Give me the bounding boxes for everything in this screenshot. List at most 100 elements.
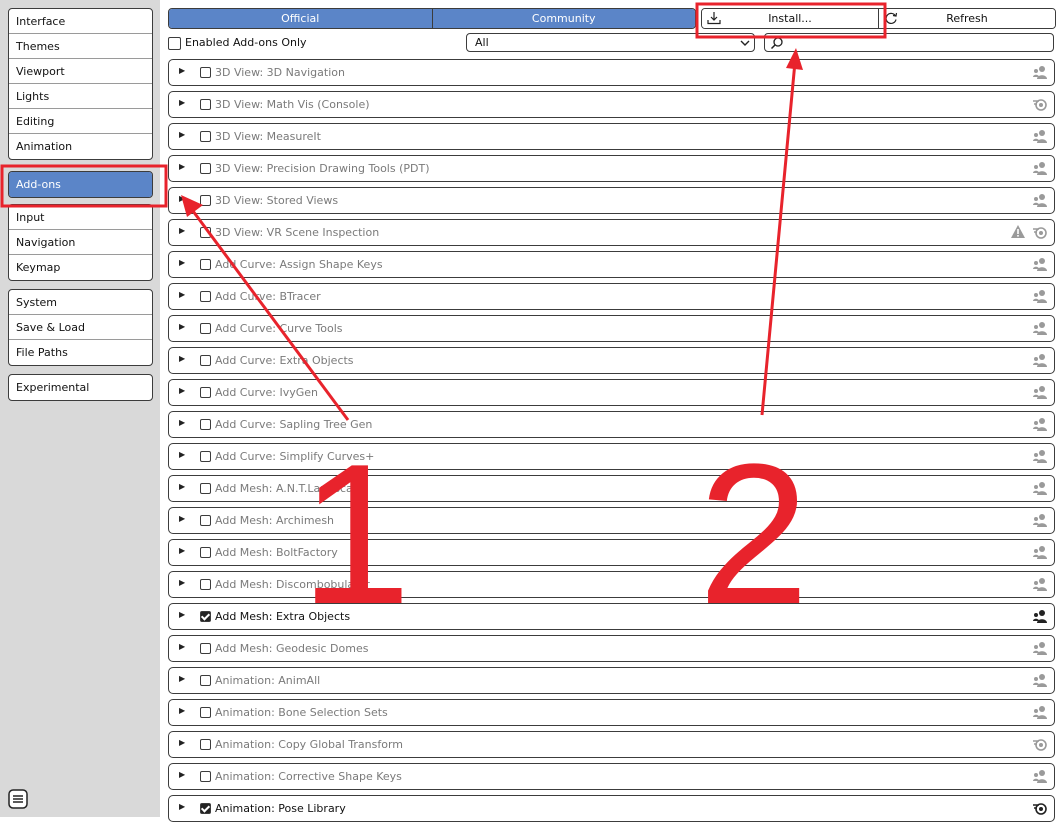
expand-triangle-icon[interactable]: ▶ bbox=[179, 802, 185, 811]
sidebar-item-input[interactable]: Input bbox=[9, 205, 152, 230]
addon-enable-checkbox[interactable] bbox=[200, 323, 211, 334]
addon-enable-checkbox[interactable] bbox=[200, 579, 211, 590]
addon-row[interactable]: ▶ 3D View: 3D Navigation bbox=[168, 59, 1055, 86]
expand-triangle-icon[interactable]: ▶ bbox=[179, 386, 185, 395]
expand-triangle-icon[interactable]: ▶ bbox=[179, 162, 185, 171]
addon-row[interactable]: ▶ Add Curve: Assign Shape Keys bbox=[168, 251, 1055, 278]
addon-enable-checkbox[interactable] bbox=[200, 355, 211, 366]
expand-triangle-icon[interactable]: ▶ bbox=[179, 546, 185, 555]
install-button[interactable]: Install... bbox=[702, 9, 878, 28]
expand-triangle-icon[interactable]: ▶ bbox=[179, 130, 185, 139]
addon-enable-checkbox[interactable] bbox=[200, 515, 211, 526]
addon-enable-checkbox[interactable] bbox=[200, 483, 211, 494]
expand-triangle-icon[interactable]: ▶ bbox=[179, 738, 185, 747]
expand-triangle-icon[interactable]: ▶ bbox=[179, 322, 185, 331]
sidebar-item-lights[interactable]: Lights bbox=[9, 84, 152, 109]
addon-row[interactable]: ▶ Add Curve: IvyGen bbox=[168, 379, 1055, 406]
addon-row[interactable]: ▶ 3D View: MeasureIt bbox=[168, 123, 1055, 150]
expand-triangle-icon[interactable]: ▶ bbox=[179, 418, 185, 427]
addon-enable-checkbox[interactable] bbox=[200, 803, 211, 814]
sidebar-item-save-load[interactable]: Save & Load bbox=[9, 315, 152, 340]
addon-enable-checkbox[interactable] bbox=[200, 291, 211, 302]
expand-triangle-icon[interactable]: ▶ bbox=[179, 226, 185, 235]
addon-row[interactable]: ▶ 3D View: VR Scene Inspection bbox=[168, 219, 1055, 246]
addon-enable-checkbox[interactable] bbox=[200, 99, 211, 110]
expand-triangle-icon[interactable]: ▶ bbox=[179, 66, 185, 75]
addon-enable-checkbox[interactable] bbox=[200, 387, 211, 398]
addon-row[interactable]: ▶ Add Mesh: Geodesic Domes bbox=[168, 635, 1055, 662]
tab-community[interactable]: Community bbox=[431, 9, 695, 28]
addon-enable-checkbox[interactable] bbox=[200, 547, 211, 558]
addon-enable-checkbox[interactable] bbox=[200, 131, 211, 142]
addon-row[interactable]: ▶ Animation: Pose Library bbox=[168, 795, 1055, 822]
addon-enable-checkbox[interactable] bbox=[200, 227, 211, 238]
addon-row[interactable]: ▶ Add Mesh: BoltFactory bbox=[168, 539, 1055, 566]
expand-triangle-icon[interactable]: ▶ bbox=[179, 642, 185, 651]
expand-triangle-icon[interactable]: ▶ bbox=[179, 98, 185, 107]
addon-enable-checkbox[interactable] bbox=[200, 163, 211, 174]
sidebar-item-keymap[interactable]: Keymap bbox=[9, 255, 152, 280]
addon-row[interactable]: ▶ Add Curve: Curve Tools bbox=[168, 315, 1055, 342]
addon-enable-checkbox[interactable] bbox=[200, 771, 211, 782]
sidebar-item-viewport[interactable]: Viewport bbox=[9, 59, 152, 84]
sidebar-item-file-paths[interactable]: File Paths bbox=[9, 340, 152, 365]
sidebar-item-themes[interactable]: Themes bbox=[9, 34, 152, 59]
addon-enable-checkbox[interactable] bbox=[200, 643, 211, 654]
expand-triangle-icon[interactable]: ▶ bbox=[179, 578, 185, 587]
addon-enable-checkbox[interactable] bbox=[200, 707, 211, 718]
addon-enable-checkbox[interactable] bbox=[200, 419, 211, 430]
addon-row[interactable]: ▶ Add Mesh: Extra Objects bbox=[168, 603, 1055, 630]
expand-triangle-icon[interactable]: ▶ bbox=[179, 610, 185, 619]
category-select[interactable]: All bbox=[466, 33, 755, 52]
expand-triangle-icon[interactable]: ▶ bbox=[179, 258, 185, 267]
addon-row[interactable]: ▶ Animation: Bone Selection Sets bbox=[168, 699, 1055, 726]
sidebar-item-animation[interactable]: Animation bbox=[9, 134, 152, 159]
expand-triangle-icon[interactable]: ▶ bbox=[179, 706, 185, 715]
sidebar-item-navigation[interactable]: Navigation bbox=[9, 230, 152, 255]
addon-row[interactable]: ▶ Animation: Copy Global Transform bbox=[168, 731, 1055, 758]
addon-row[interactable]: ▶ Animation: AnimAll bbox=[168, 667, 1055, 694]
addon-enable-checkbox[interactable] bbox=[200, 259, 211, 270]
addon-enable-checkbox[interactable] bbox=[200, 675, 211, 686]
sidebar-group-1: Interface Themes Viewport Lights Editing… bbox=[8, 8, 153, 160]
expand-triangle-icon[interactable]: ▶ bbox=[179, 194, 185, 203]
expand-triangle-icon[interactable]: ▶ bbox=[179, 354, 185, 363]
addon-row[interactable]: ▶ 3D View: Precision Drawing Tools (PDT) bbox=[168, 155, 1055, 182]
addon-row[interactable]: ▶ Add Curve: Simplify Curves+ bbox=[168, 443, 1055, 470]
sidebar-item-experimental[interactable]: Experimental bbox=[9, 375, 152, 400]
addon-row[interactable]: ▶ Animation: Corrective Shape Keys bbox=[168, 763, 1055, 790]
expand-triangle-icon[interactable]: ▶ bbox=[179, 450, 185, 459]
sidebar-item-addons[interactable]: Add-ons bbox=[9, 172, 152, 197]
search-input[interactable] bbox=[764, 33, 1054, 52]
preferences-sidebar: Interface Themes Viewport Lights Editing… bbox=[0, 0, 160, 817]
sidebar-item-system[interactable]: System bbox=[9, 290, 152, 315]
filter-row: Enabled Add-ons Only All bbox=[168, 33, 1058, 53]
refresh-button[interactable]: Refresh bbox=[878, 9, 1055, 28]
addon-row[interactable]: ▶ 3D View: Stored Views bbox=[168, 187, 1055, 214]
addon-row[interactable]: ▶ Add Mesh: Archimesh bbox=[168, 507, 1055, 534]
sidebar-item-interface[interactable]: Interface bbox=[9, 9, 152, 34]
tab-official[interactable]: Official bbox=[169, 9, 432, 28]
expand-triangle-icon[interactable]: ▶ bbox=[179, 514, 185, 523]
addon-row[interactable]: ▶ Add Curve: Sapling Tree Gen bbox=[168, 411, 1055, 438]
addon-row[interactable]: ▶ Add Curve: BTracer bbox=[168, 283, 1055, 310]
enabled-only-checkbox[interactable] bbox=[168, 37, 181, 50]
expand-triangle-icon[interactable]: ▶ bbox=[179, 674, 185, 683]
addon-enable-checkbox[interactable] bbox=[200, 67, 211, 78]
hamburger-menu-icon[interactable] bbox=[8, 789, 28, 809]
addon-row[interactable]: ▶ Add Mesh: Discombobulator bbox=[168, 571, 1055, 598]
expand-triangle-icon[interactable]: ▶ bbox=[179, 770, 185, 779]
addon-name: Add Mesh: Discombobulator bbox=[215, 578, 370, 591]
addon-enable-checkbox[interactable] bbox=[200, 739, 211, 750]
addon-enable-checkbox[interactable] bbox=[200, 451, 211, 462]
addon-enable-checkbox[interactable] bbox=[200, 611, 211, 622]
addon-row[interactable]: ▶ Add Mesh: A.N.T.Landscape bbox=[168, 475, 1055, 502]
addon-support-icons bbox=[1032, 480, 1048, 499]
expand-triangle-icon[interactable]: ▶ bbox=[179, 482, 185, 491]
addon-row[interactable]: ▶ 3D View: Math Vis (Console) bbox=[168, 91, 1055, 118]
addon-enable-checkbox[interactable] bbox=[200, 195, 211, 206]
addon-support-icons bbox=[1032, 448, 1048, 467]
sidebar-item-editing[interactable]: Editing bbox=[9, 109, 152, 134]
addon-row[interactable]: ▶ Add Curve: Extra Objects bbox=[168, 347, 1055, 374]
expand-triangle-icon[interactable]: ▶ bbox=[179, 290, 185, 299]
